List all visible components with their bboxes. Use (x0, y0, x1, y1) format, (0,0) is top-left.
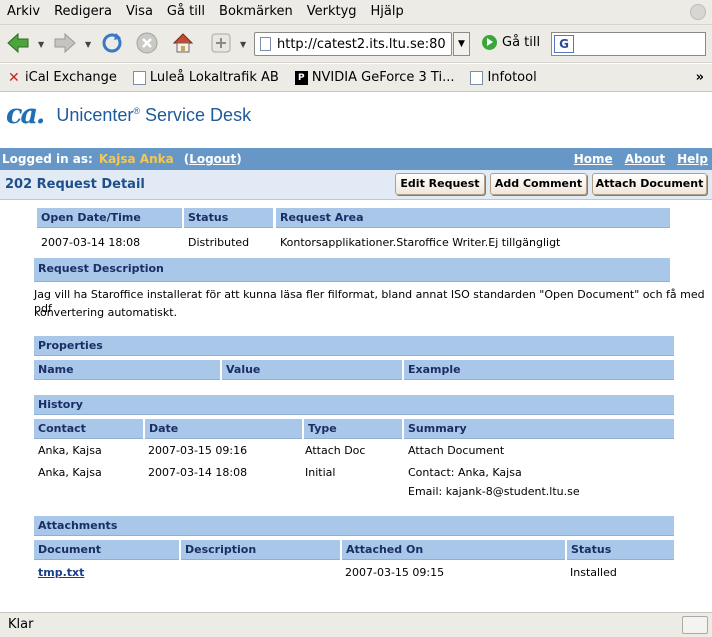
properties-header: Properties (34, 336, 674, 356)
login-bar: Logged in as: Kajsa Anka (Logout) Home A… (0, 148, 712, 170)
address-dropdown[interactable]: ▼ (453, 32, 470, 56)
reload-icon (102, 33, 122, 53)
user-name: Kajsa Anka (98, 152, 174, 166)
menu-ga-till[interactable]: Gå till (160, 0, 212, 24)
menu-arkiv[interactable]: Arkiv (0, 0, 47, 24)
bookmark-nvidia[interactable]: P NVIDIA GeForce 3 Ti... (294, 70, 454, 85)
address-bar[interactable]: http://catest2.its.ltu.se:80 (254, 32, 452, 56)
tab-dropdown[interactable]: ▼ (240, 40, 246, 49)
history-header: History (34, 395, 674, 415)
app-title: Unicenter® Service Desk (56, 104, 252, 125)
logged-in-label: Logged in as: (2, 152, 93, 166)
history-type: Initial (305, 466, 336, 479)
bookmark-lulea-lokaltrafik[interactable]: Luleå Lokaltrafik AB (132, 70, 279, 85)
status-header: Status (184, 208, 273, 228)
edit-request-button[interactable]: Edit Request (395, 173, 485, 195)
attachments-col-document: Document (34, 540, 179, 560)
page-title: 202 Request Detail (5, 177, 145, 192)
close-paren: ) (236, 152, 242, 166)
history-contact: Anka, Kajsa (38, 466, 102, 479)
request-description-line2: konvertering automatiskt. (34, 306, 178, 319)
go-button[interactable]: Gå till (482, 35, 540, 50)
status-value: Distributed (188, 236, 250, 249)
go-arrow-icon (482, 35, 497, 50)
add-comment-button[interactable]: Add Comment (490, 173, 587, 195)
page-icon (260, 37, 271, 51)
request-description-header: Request Description (34, 258, 670, 282)
history-date: 2007-03-14 18:08 (148, 466, 248, 479)
home-link[interactable]: Home (574, 152, 613, 166)
attachment-link[interactable]: tmp.txt (38, 566, 84, 580)
properties-col-example: Example (404, 360, 674, 380)
reload-button[interactable] (99, 30, 125, 56)
back-arrow-icon (7, 32, 29, 54)
history-type: Attach Doc (305, 444, 366, 457)
attachment-attached-on: 2007-03-15 09:15 (345, 566, 445, 579)
history-contact: Anka, Kajsa (38, 444, 102, 457)
request-detail-bar: 202 Request Detail Edit Request Add Comm… (0, 170, 712, 200)
logout-link[interactable]: Logout (189, 152, 236, 166)
ical-icon: ✕ (8, 69, 20, 86)
back-history-dropdown[interactable]: ▼ (38, 40, 44, 49)
attachments-col-description: Description (181, 540, 340, 560)
attach-document-button[interactable]: Attach Document (592, 173, 707, 195)
navigation-toolbar: ▼ ▼ ▼ http://catest2.its.ltu.se:80 ▼ Gå … (0, 25, 712, 63)
history-date: 2007-03-15 09:16 (148, 444, 248, 457)
status-bar: Klar (0, 612, 712, 637)
home-button[interactable] (170, 30, 196, 56)
open-date-header: Open Date/Time (37, 208, 182, 228)
security-icon (682, 616, 708, 634)
menu-verktyg[interactable]: Verktyg (300, 0, 364, 24)
app-header: ca. Unicenter® Service Desk (6, 99, 252, 130)
new-tab-button[interactable] (208, 30, 234, 56)
history-summary-email: Email: kajank-8@student.ltu.se (408, 485, 580, 498)
history-col-date: Date (145, 419, 302, 439)
menu-bokmarken[interactable]: Bokmärken (212, 0, 300, 24)
history-col-contact: Contact (34, 419, 143, 439)
about-link[interactable]: About (625, 152, 665, 166)
back-button[interactable] (5, 30, 31, 56)
go-label: Gå till (502, 35, 541, 50)
bookmark-ical-exchange[interactable]: ✕ iCal Exchange (8, 70, 117, 85)
forward-history-dropdown[interactable]: ▼ (85, 40, 91, 49)
add-icon (211, 33, 231, 53)
attachments-header: Attachments (34, 516, 674, 536)
history-col-type: Type (304, 419, 402, 439)
nvidia-icon: P (294, 70, 308, 85)
attachments-col-status: Status (567, 540, 674, 560)
address-text: http://catest2.its.ltu.se:80 (277, 36, 446, 52)
bookmarks-toolbar: ✕ iCal Exchange Luleå Lokaltrafik AB P NVI… (0, 64, 712, 92)
forward-arrow-icon (54, 32, 76, 54)
google-search-icon[interactable]: G (554, 35, 574, 53)
properties-col-name: Name (34, 360, 220, 380)
status-text: Klar (8, 617, 34, 632)
history-summary: Contact: Anka, Kajsa (408, 466, 522, 479)
open-date-value: 2007-03-14 18:08 (41, 236, 141, 249)
bookmark-infotool[interactable]: Infotool (470, 70, 537, 85)
throbber-icon (690, 4, 706, 20)
attachments-col-attached-on: Attached On (342, 540, 565, 560)
page-icon (470, 70, 484, 85)
stop-icon (136, 32, 158, 54)
stop-button[interactable] (134, 30, 160, 56)
page-content: ca. Unicenter® Service Desk Logged in as… (0, 92, 712, 612)
request-area-header: Request Area (276, 208, 670, 228)
forward-button[interactable] (52, 30, 78, 56)
properties-col-value: Value (222, 360, 402, 380)
help-link[interactable]: Help (677, 152, 708, 166)
ca-logo: ca. (6, 99, 45, 130)
request-area-value: Kontorsapplikationer.Staroffice Writer.E… (280, 236, 561, 249)
history-col-summary: Summary (404, 419, 674, 439)
menu-bar: Arkiv Redigera Visa Gå till Bokmärken Ve… (0, 0, 712, 25)
menu-redigera[interactable]: Redigera (47, 0, 119, 24)
bookmarks-overflow-button[interactable]: » (696, 70, 704, 85)
search-box[interactable]: G (551, 32, 706, 56)
menu-hjalp[interactable]: Hjälp (364, 0, 411, 24)
home-icon (172, 33, 194, 53)
menu-visa[interactable]: Visa (119, 0, 160, 24)
history-summary: Attach Document (408, 444, 505, 457)
page-icon (132, 70, 146, 85)
attachment-status: Installed (570, 566, 617, 579)
